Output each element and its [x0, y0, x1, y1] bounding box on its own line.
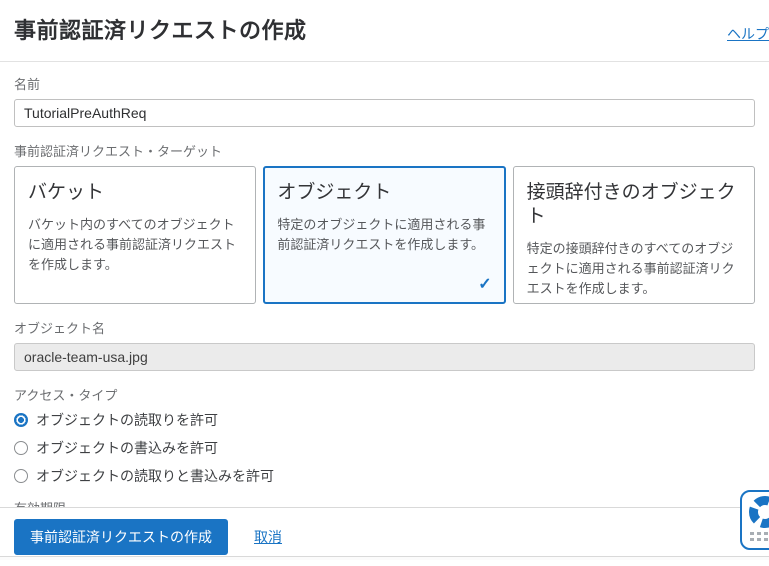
- card-title: 接頭辞付きのオブジェクト: [527, 181, 741, 229]
- radio-selected-icon: [14, 413, 28, 427]
- create-par-button[interactable]: 事前認証済リクエストの作成: [14, 519, 228, 555]
- target-card-group: バケット バケット内のすべてのオブジェクトに適用される事前認証済リクエストを作成…: [14, 166, 755, 304]
- radio-unselected-icon: [14, 469, 28, 483]
- name-input[interactable]: [14, 99, 755, 127]
- help-link[interactable]: ヘルプ: [727, 24, 769, 44]
- radio-label: オブジェクトの書込みを許可: [36, 438, 218, 458]
- object-name-input: [14, 343, 755, 371]
- card-description: 特定の接頭辞付きのすべてのオブジェクトに適用される事前認証済リクエストを作成しま…: [527, 239, 741, 299]
- target-card-object[interactable]: オブジェクト 特定のオブジェクトに適用される事前認証済リクエストを作成します。 …: [263, 166, 505, 304]
- radio-option-write[interactable]: オブジェクトの書込みを許可: [14, 438, 755, 458]
- bottom-divider: [0, 556, 769, 560]
- life-ring-icon: [742, 494, 769, 530]
- access-type-label: アクセス・タイプ: [14, 385, 755, 404]
- radio-label: オブジェクトの読取りと書込みを許可: [36, 466, 274, 486]
- cancel-link[interactable]: 取消: [254, 527, 282, 547]
- dialog-header: 事前認証済リクエストの作成 ヘルプ: [0, 0, 769, 62]
- radio-unselected-icon: [14, 441, 28, 455]
- drag-handle-dots-icon: [750, 532, 769, 541]
- name-label: 名前: [14, 74, 755, 93]
- radio-label: オブジェクトの読取りを許可: [36, 410, 218, 430]
- page-title: 事前認証済リクエストの作成: [0, 0, 769, 45]
- object-name-label: オブジェクト名: [14, 318, 755, 337]
- create-par-dialog: 事前認証済リクエストの作成 ヘルプ 名前 事前認証済リクエスト・ターゲット バケ…: [0, 0, 769, 559]
- target-card-prefix-object[interactable]: 接頭辞付きのオブジェクト 特定の接頭辞付きのすべてのオブジェクトに適用される事前…: [513, 166, 755, 304]
- target-card-bucket[interactable]: バケット バケット内のすべてのオブジェクトに適用される事前認証済リクエストを作成…: [14, 166, 256, 304]
- selected-check-icon: ✓: [478, 274, 491, 294]
- card-title: オブジェクト: [277, 181, 491, 205]
- radio-option-read[interactable]: オブジェクトの読取りを許可: [14, 410, 755, 430]
- access-type-group: オブジェクトの読取りを許可 オブジェクトの書込みを許可 オブジェクトの読取りと書…: [14, 410, 755, 486]
- dialog-body: 名前 事前認証済リクエスト・ターゲット バケット バケット内のすべてのオブジェク…: [14, 62, 755, 551]
- radio-option-read-write[interactable]: オブジェクトの読取りと書込みを許可: [14, 466, 755, 486]
- assistant-launcher[interactable]: [740, 490, 769, 550]
- card-title: バケット: [28, 181, 242, 205]
- card-description: バケット内のすべてのオブジェクトに適用される事前認証済リクエストを作成します。: [28, 215, 242, 275]
- target-label: 事前認証済リクエスト・ターゲット: [14, 141, 755, 160]
- card-description: 特定のオブジェクトに適用される事前認証済リクエストを作成します。: [277, 215, 491, 255]
